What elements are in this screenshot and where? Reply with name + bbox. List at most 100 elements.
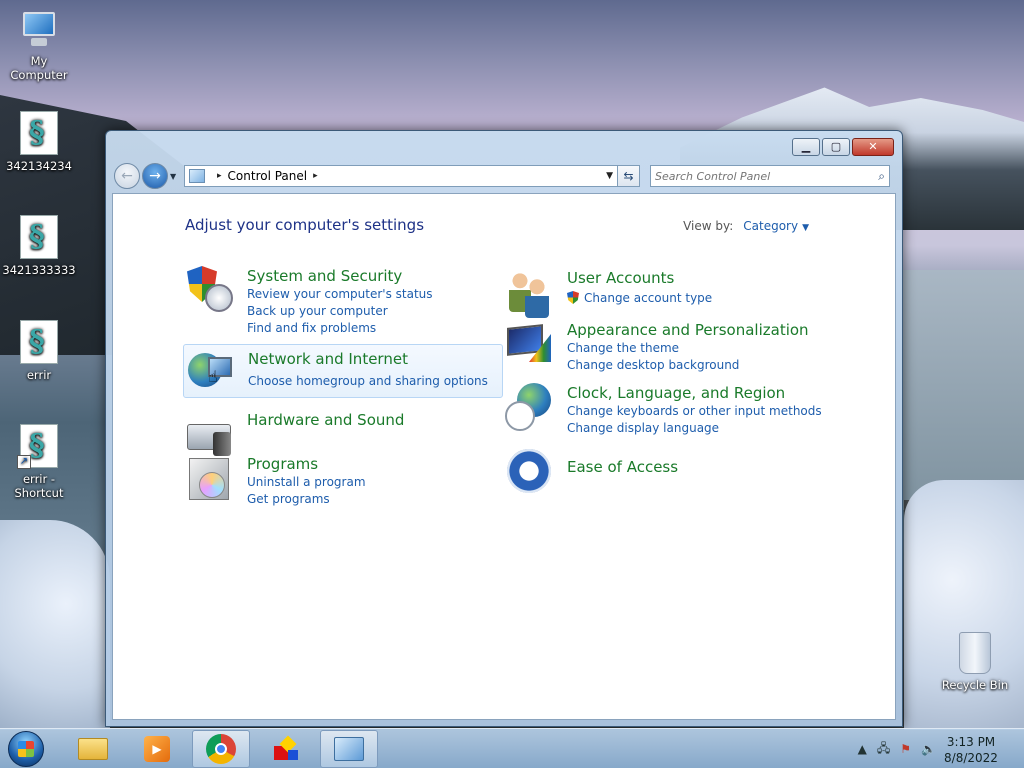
folder-icon [78,737,108,760]
window-controls: ▁ ▢ ✕ [792,138,894,156]
category-link[interactable]: Find and fix problems [247,320,433,337]
control-panel-window: ▁ ▢ ✕ ← → ▼ ▸ Control Panel ▸ ▼ ⇆ ⌕ Adju… [105,130,903,727]
media-player-icon: ▶ [144,735,170,762]
windows-logo-icon [18,740,34,757]
category-heading[interactable]: Programs [247,454,366,474]
refresh-icon: ⇆ [623,169,634,183]
computer-icon [17,10,61,50]
action-center-icon[interactable]: ⚑ [900,742,911,756]
category-system-security: System and Security Review your computer… [185,266,433,337]
desktop-icon-label: Recycle Bin [941,678,1009,692]
programs-box-icon[interactable] [185,454,235,506]
taskbar-control-panel[interactable] [320,729,378,768]
category-clock-language-region: Clock, Language, and Region Change keybo… [505,383,822,437]
category-ease-of-access: Ease of Access [505,447,678,499]
desktop-icon-my-computer[interactable]: My Computer [1,10,77,82]
breadcrumb-separator-icon[interactable]: ▸ [313,171,318,181]
category-appearance: Appearance and Personalization Change th… [505,320,809,374]
category-link[interactable]: Review your computer's status [247,286,433,303]
category-heading[interactable]: Hardware and Sound [247,410,404,430]
desktop-icon-recycle-bin[interactable]: Recycle Bin [937,632,1013,692]
desktop-icon-label: errir - Shortcut [14,472,64,500]
taskbar: ▶ ▲ 🖧 ⚑ 🔈 3:13 PM 8/8/2022 [0,728,1024,768]
category-heading[interactable]: User Accounts [567,268,712,288]
view-by: View by: Category ▼ [683,219,809,233]
shortcut-arrow-icon: ↗ [17,455,31,469]
minimize-button[interactable]: ▁ [792,138,820,156]
category-user-accounts: User Accounts Change account type [505,268,712,320]
shapes-app-icon [270,734,300,764]
category-link[interactable]: Change the theme [567,340,809,357]
category-link[interactable]: Back up your computer [247,303,433,320]
taskbar-chrome[interactable] [192,729,250,768]
back-button[interactable]: ← [114,163,140,189]
navigation-bar: ← → ▼ ▸ Control Panel ▸ ▼ ⇆ ⌕ [114,163,894,189]
desktop-icon-errir[interactable]: § errir [1,320,77,382]
users-icon[interactable] [505,268,555,320]
uac-shield-icon [567,291,579,304]
shield-icon[interactable] [185,266,235,318]
desktop-icon-file-2[interactable]: § 3421333333 [1,215,77,277]
taskbar-app-tool[interactable] [256,730,314,768]
network-icon[interactable]: 🖧 [877,739,890,760]
category-heading[interactable]: Clock, Language, and Region [567,383,822,403]
taskbar-explorer[interactable] [64,730,122,768]
ease-of-access-icon[interactable] [505,447,555,499]
chevron-down-icon[interactable]: ▼ [802,223,809,233]
maximize-button[interactable]: ▢ [822,138,850,156]
script-file-icon: § [20,111,58,155]
recycle-bin-icon [959,632,991,674]
chrome-icon [206,733,236,764]
category-link[interactable]: Change keyboards or other input methods [567,403,822,420]
category-programs: Programs Uninstall a program Get program… [185,454,366,508]
category-heading[interactable]: Network and Internet [248,349,488,369]
category-link[interactable]: Change display language [567,420,822,437]
network-globe-icon[interactable]: ☝ [186,347,236,399]
recent-pages-dropdown[interactable]: ▼ [170,172,180,181]
search-box[interactable]: ⌕ [650,165,890,187]
category-link[interactable]: Uninstall a program [247,474,366,491]
control-panel-icon [334,736,364,761]
category-heading[interactable]: Appearance and Personalization [567,320,809,340]
appearance-icon[interactable] [505,320,555,372]
search-input[interactable] [655,169,879,183]
control-panel-icon [189,169,205,183]
category-link-text[interactable]: Change account type [584,291,712,305]
category-link[interactable]: Change desktop background [567,357,809,374]
address-bar[interactable]: ▸ Control Panel ▸ ▼ [184,165,618,187]
script-file-icon: § ↗ [17,424,58,469]
script-file-icon: § [20,320,58,364]
clock-time: 3:13 PM [946,735,996,749]
content-pane: Adjust your computer's settings View by:… [112,193,896,720]
category-heading[interactable]: System and Security [247,266,433,286]
category-link[interactable]: Get programs [247,491,366,508]
category-heading[interactable]: Ease of Access [567,457,678,477]
page-title: Adjust your computer's settings [185,216,425,234]
desktop-icon-label: My Computer [10,54,68,82]
category-link[interactable]: Choose homegroup and sharing options [248,373,488,390]
desktop-icon-label: errir [26,368,52,382]
category-link[interactable]: Change account type [567,290,712,307]
hand-cursor-icon: ☝ [208,367,218,386]
clock-date: 8/8/2022 [944,751,998,765]
volume-icon[interactable]: 🔈 [921,742,936,756]
view-by-dropdown[interactable]: Category [743,219,798,233]
show-hidden-icons-icon[interactable]: ▲ [858,742,867,756]
close-button[interactable]: ✕ [852,138,894,156]
wallpaper-ice-right [904,480,1024,730]
breadcrumb-separator-icon[interactable]: ▸ [217,171,222,181]
wallpaper-ice-left [0,520,110,730]
start-button[interactable] [4,729,48,768]
taskbar-clock[interactable]: 3:13 PM 8/8/2022 [936,734,1006,766]
clock-globe-icon[interactable] [505,383,555,435]
breadcrumb-control-panel[interactable]: Control Panel [228,169,308,183]
desktop-icon-file-1[interactable]: § 342134234 [1,111,77,173]
system-tray: ▲ 🖧 ⚑ 🔈 [858,729,936,768]
forward-button[interactable]: → [142,163,168,189]
desktop-icon-errir-shortcut[interactable]: § ↗ errir - Shortcut [1,424,77,500]
taskbar-media-player[interactable]: ▶ [128,730,186,768]
address-dropdown-icon[interactable]: ▼ [606,171,613,181]
refresh-button[interactable]: ⇆ [618,165,640,187]
desktop-icon-label: 3421333333 [2,263,76,277]
search-icon[interactable]: ⌕ [878,169,885,184]
